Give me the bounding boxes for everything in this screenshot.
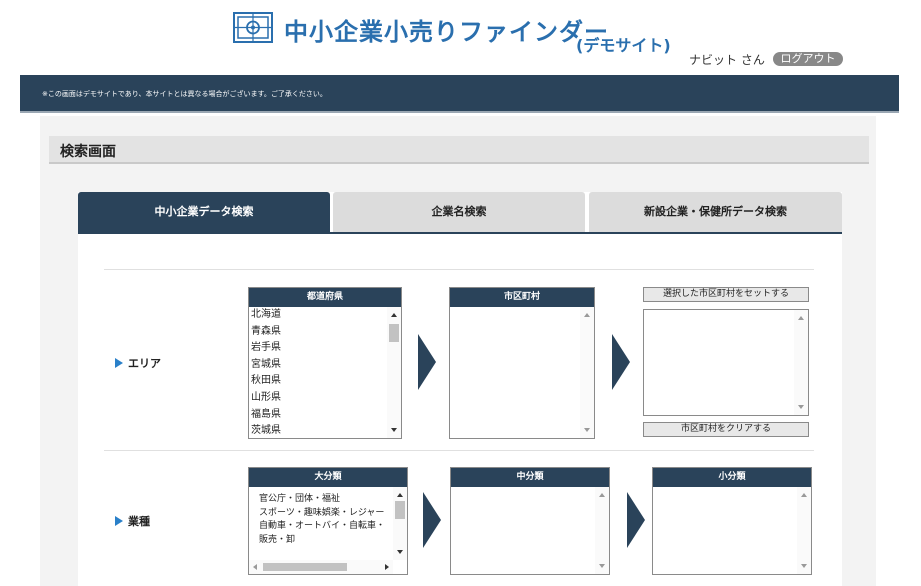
- minor-category-options[interactable]: [653, 487, 811, 574]
- page-title-bar: 検索画面: [49, 136, 869, 164]
- middle-category-scrollbar[interactable]: [595, 487, 609, 574]
- set-city-button[interactable]: 選択した市区町村をセットする: [643, 287, 809, 302]
- city-listbox[interactable]: 市区町村: [449, 287, 595, 439]
- site-subtitle: (デモサイト): [576, 36, 671, 55]
- list-item[interactable]: 岩手県: [249, 340, 401, 357]
- major-category-listbox[interactable]: 大分類 官公庁・団体・福祉 スポーツ・趣味娯楽・レジャー 自動車・オートバイ・自…: [248, 467, 408, 575]
- city-scrollbar[interactable]: [580, 307, 594, 438]
- scroll-thumb[interactable]: [263, 563, 347, 571]
- arrow-right-icon: [423, 492, 441, 548]
- clear-city-button[interactable]: 市区町村をクリアする: [643, 422, 809, 437]
- scroll-up-icon[interactable]: [801, 493, 807, 497]
- divider: [104, 269, 814, 270]
- user-name: ナビット さん: [689, 53, 765, 67]
- area-label: エリア: [115, 355, 161, 371]
- list-item[interactable]: スポーツ・趣味娯楽・レジャー: [249, 507, 407, 521]
- list-item[interactable]: 宮城県: [249, 357, 401, 374]
- list-item[interactable]: 自動車・オートバイ・自転車・: [249, 520, 407, 534]
- grid-target-icon: [233, 12, 273, 43]
- scroll-left-icon[interactable]: [253, 564, 257, 570]
- minor-category-header: 小分類: [653, 468, 811, 487]
- minor-category-scrollbar[interactable]: [797, 487, 811, 574]
- selected-city-box[interactable]: [643, 309, 809, 416]
- notice-text: ※この画面はデモサイトであり、本サイトとは異なる場合がございます。ご了承ください…: [42, 90, 327, 98]
- scroll-right-icon[interactable]: [385, 564, 389, 570]
- major-category-hscrollbar[interactable]: [249, 560, 393, 574]
- major-category-options[interactable]: 官公庁・団体・福祉 スポーツ・趣味娯楽・レジャー 自動車・オートバイ・自転車・ …: [249, 487, 407, 574]
- selected-city-scrollbar[interactable]: [794, 310, 808, 415]
- list-item[interactable]: 秋田県: [249, 373, 401, 390]
- major-category-header: 大分類: [249, 468, 407, 487]
- page-content: 検索画面 中小企業データ検索 企業名検索 新設企業・保健所データ検索 エリア 都…: [40, 116, 876, 586]
- scroll-thumb[interactable]: [395, 501, 405, 519]
- middle-category-options[interactable]: [451, 487, 609, 574]
- list-item[interactable]: 青森県: [249, 324, 401, 341]
- notice-bar: ※この画面はデモサイトであり、本サイトとは異なる場合がございます。ご了承ください…: [20, 75, 899, 113]
- site-header: 中小企業小売りファインダー (デモサイト) ナビット さん ログアウト: [0, 0, 921, 75]
- list-item[interactable]: 北海道: [249, 307, 401, 324]
- list-item[interactable]: 福島県: [249, 407, 401, 424]
- search-panel: 中小企業データ検索 企業名検索 新設企業・保健所データ検索 エリア 都道府県 北…: [78, 192, 842, 586]
- scroll-down-icon[interactable]: [798, 405, 804, 409]
- middle-category-listbox[interactable]: 中分類: [450, 467, 610, 575]
- page-title: 検索画面: [60, 144, 116, 160]
- scroll-thumb[interactable]: [389, 324, 399, 342]
- tab-sme-data-search[interactable]: 中小企業データ検索: [78, 192, 330, 232]
- prefecture-options[interactable]: 北海道 青森県 岩手県 宮城県 秋田県 山形県 福島県 茨城県: [249, 307, 401, 438]
- scroll-down-icon[interactable]: [584, 428, 590, 432]
- tab-company-name-search[interactable]: 企業名検索: [333, 192, 585, 232]
- middle-category-header: 中分類: [451, 468, 609, 487]
- scroll-down-icon[interactable]: [801, 564, 807, 568]
- triangle-right-icon: [115, 358, 123, 368]
- prefecture-listbox[interactable]: 都道府県 北海道 青森県 岩手県 宮城県 秋田県 山形県 福島県 茨城県: [248, 287, 402, 439]
- minor-category-listbox[interactable]: 小分類: [652, 467, 812, 575]
- list-item[interactable]: 山形県: [249, 390, 401, 407]
- scroll-down-icon[interactable]: [391, 428, 397, 432]
- scroll-up-icon[interactable]: [391, 313, 397, 317]
- scroll-up-icon[interactable]: [397, 493, 403, 497]
- arrow-right-icon: [627, 492, 645, 548]
- scroll-down-icon[interactable]: [397, 550, 403, 554]
- list-item[interactable]: 茨城県: [249, 423, 401, 438]
- city-header: 市区町村: [450, 288, 594, 307]
- search-tabs: 中小企業データ検索 企業名検索 新設企業・保健所データ検索: [78, 192, 842, 234]
- prefecture-scrollbar[interactable]: [387, 307, 401, 438]
- list-item[interactable]: 官公庁・団体・福祉: [249, 493, 407, 507]
- scroll-up-icon[interactable]: [798, 316, 804, 320]
- site-title: 中小企業小売りファインダー: [284, 18, 609, 46]
- city-options[interactable]: [450, 307, 594, 438]
- arrow-right-icon: [612, 334, 630, 390]
- divider: [104, 450, 814, 451]
- scroll-down-icon[interactable]: [599, 564, 605, 568]
- list-item[interactable]: 販売・卸: [249, 534, 407, 548]
- triangle-right-icon: [115, 516, 123, 526]
- industry-label: 業種: [115, 513, 150, 529]
- arrow-right-icon: [418, 334, 436, 390]
- logout-button[interactable]: ログアウト: [773, 52, 843, 66]
- tab-new-company-search[interactable]: 新設企業・保健所データ検索: [589, 192, 842, 232]
- scroll-up-icon[interactable]: [599, 493, 605, 497]
- scroll-up-icon[interactable]: [584, 313, 590, 317]
- major-category-scrollbar[interactable]: [393, 487, 407, 560]
- prefecture-header: 都道府県: [249, 288, 401, 307]
